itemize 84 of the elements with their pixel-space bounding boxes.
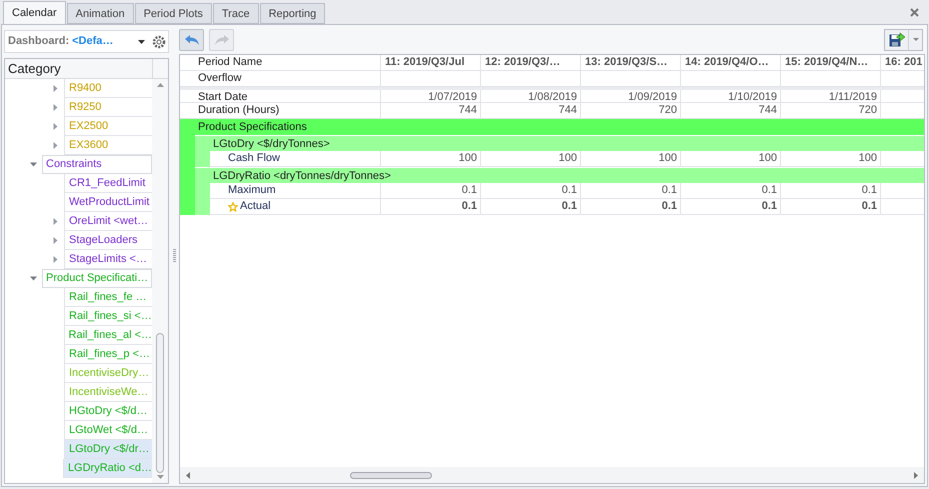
dashboard-label: Dashboard: <box>8 34 70 50</box>
expand-arrow-icon[interactable] <box>52 142 59 149</box>
table-cell: 1/08/2019 <box>528 91 577 103</box>
table-cell: 100 <box>558 152 577 164</box>
settings-icon[interactable] <box>152 34 166 48</box>
row-header: Duration (Hours) <box>198 104 280 116</box>
table-cell: 1/09/2019 <box>628 91 677 103</box>
row-header: Start Date <box>198 91 248 103</box>
tree-item[interactable]: StageLoaders <box>64 231 152 250</box>
group-row[interactable]: Product Specifications <box>180 119 924 135</box>
collapse-arrow-icon[interactable] <box>30 161 37 168</box>
table-cell: 744 <box>758 104 777 116</box>
table-cell: 0.1 <box>862 200 877 212</box>
undo-button[interactable] <box>179 28 204 50</box>
table-cell: 0.1 <box>762 200 777 212</box>
redo-arrow-icon <box>214 34 230 46</box>
expand-arrow-icon[interactable] <box>52 85 59 92</box>
horizontal-scrollbar[interactable] <box>180 467 924 483</box>
tab[interactable]: Animation <box>66 3 134 24</box>
table-cell: 100 <box>858 152 877 164</box>
table-cell: 1/11/2019 <box>828 91 877 103</box>
table-cell: 1/07/2019 <box>428 91 477 103</box>
table-cell: 0.1 <box>862 184 877 196</box>
table-cell: 0.1 <box>562 184 577 196</box>
column-header: Category <box>7 60 62 78</box>
tree-item[interactable]: CR1_FeedLimit <box>64 174 152 193</box>
dashboard-value: <Defa… <box>72 34 114 50</box>
tree-group[interactable]: Constraints <box>42 155 152 174</box>
tree-item[interactable]: OreLimit <wet… <box>64 212 152 231</box>
scroll-up-arrow-icon[interactable] <box>156 83 164 87</box>
table-cell: 100 <box>458 152 477 164</box>
column-header[interactable]: 12: 2019/Q3/… <box>481 56 560 68</box>
table-cell: 0.1 <box>462 184 477 196</box>
scrollbar-thumb[interactable] <box>350 472 432 478</box>
column-header[interactable]: 15: 2019/Q4/N… <box>781 56 868 68</box>
row-header: Actual <box>240 199 271 214</box>
tree-item[interactable]: WetProductLimit <box>64 193 152 212</box>
expand-arrow-icon[interactable] <box>52 237 59 244</box>
row-header: Overflow <box>198 72 242 84</box>
export-button[interactable] <box>884 28 923 50</box>
tab[interactable]: Calendar <box>3 1 66 24</box>
column-header[interactable]: 16: 201 <box>881 56 922 68</box>
expand-arrow-icon[interactable] <box>52 123 59 130</box>
scrollbar-thumb[interactable] <box>156 333 164 473</box>
row-header: Maximum <box>228 183 276 198</box>
table-cell: 1/10/2019 <box>728 91 777 103</box>
column-header[interactable]: 13: 2019/Q3/S… <box>581 56 668 68</box>
row-header: Period Name <box>197 55 264 70</box>
scroll-down-arrow-icon[interactable] <box>156 475 164 479</box>
table-cell: 0.1 <box>662 184 677 196</box>
expand-arrow-icon[interactable] <box>52 218 59 225</box>
scroll-left-arrow-icon[interactable] <box>186 472 190 478</box>
table-cell: 0.1 <box>762 184 777 196</box>
table-cell: 744 <box>558 104 577 116</box>
collapse-arrow-icon[interactable] <box>30 275 37 282</box>
column-header[interactable]: 11: 2019/Q3/Jul <box>381 56 464 68</box>
table-cell: 100 <box>658 152 677 164</box>
column-header[interactable]: 14: 2019/Q4/O… <box>681 56 769 68</box>
splitter-grip-icon[interactable] <box>172 248 176 262</box>
undo-arrow-icon <box>184 34 200 46</box>
scroll-right-arrow-icon[interactable] <box>914 472 918 478</box>
table-cell: 0.1 <box>562 200 577 212</box>
table-cell: 100 <box>758 152 777 164</box>
expand-arrow-icon[interactable] <box>52 256 59 263</box>
table-cell: 0.1 <box>662 200 677 212</box>
table-cell: 720 <box>658 104 677 116</box>
expand-arrow-icon[interactable] <box>52 104 59 111</box>
dropdown-caret-icon[interactable] <box>138 40 145 44</box>
tab[interactable]: Trace <box>212 3 259 24</box>
subgroup-indent-bar <box>195 151 210 167</box>
vertical-scrollbar[interactable] <box>152 79 168 483</box>
dashboard-selector[interactable]: Dashboard: <Defa… <box>4 30 169 53</box>
close-icon[interactable] <box>910 8 919 17</box>
tab[interactable]: Reporting <box>260 3 326 24</box>
subgroup-row[interactable]: LGDryRatio <dryTonnes/dryTonnes> <box>195 167 924 183</box>
table-cell: 744 <box>458 104 477 116</box>
tree-item[interactable]: StageLimits <… <box>64 250 152 269</box>
row-header: Cash Flow <box>228 151 280 166</box>
tab[interactable]: Period Plots <box>134 3 212 24</box>
table-cell: 0.1 <box>462 200 477 212</box>
save-export-icon <box>888 32 904 47</box>
table-cell: 720 <box>858 104 877 116</box>
subgroup-indent-bar <box>195 183 210 215</box>
subgroup-row[interactable]: LGtoDry <$/dryTonnes> <box>195 135 924 151</box>
